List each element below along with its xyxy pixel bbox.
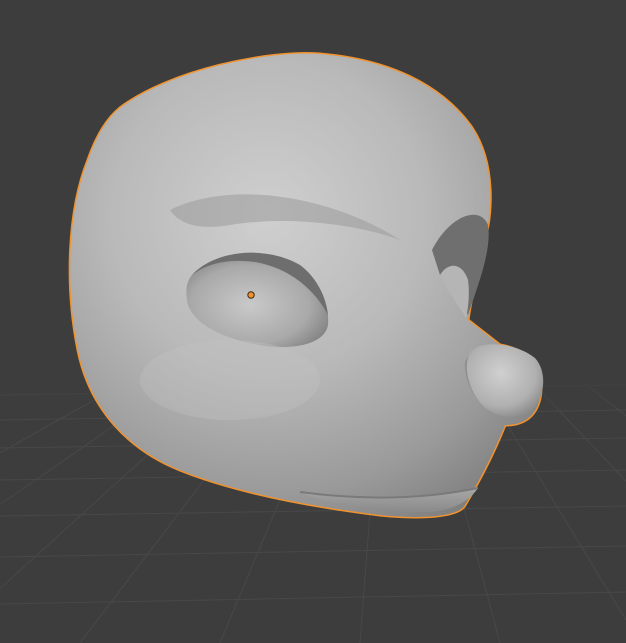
object-origin-point[interactable] bbox=[247, 291, 255, 299]
3d-viewport[interactable] bbox=[0, 0, 626, 643]
cheek-highlight bbox=[140, 340, 320, 420]
viewport-scene[interactable] bbox=[0, 0, 626, 643]
fursuit-head-mesh[interactable] bbox=[68, 52, 544, 519]
